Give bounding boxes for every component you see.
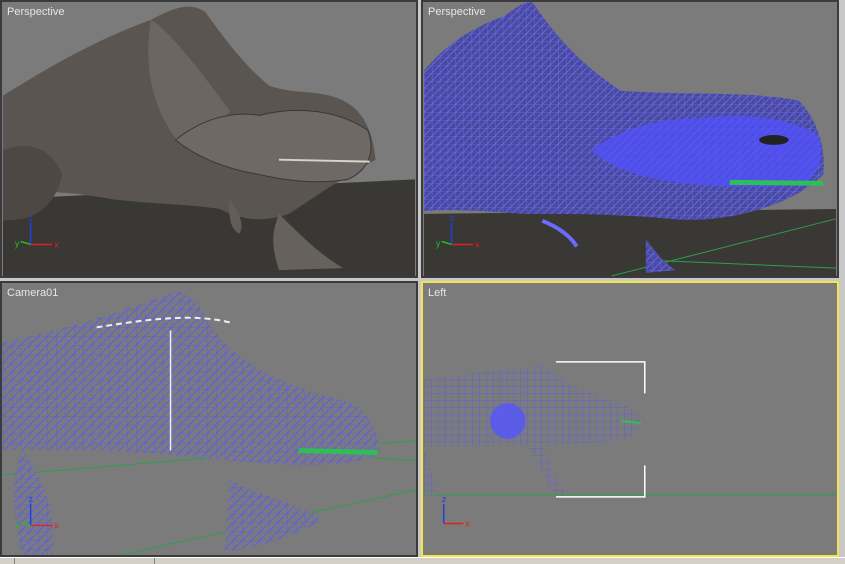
svg-text:z: z [29, 494, 33, 504]
slider-frame-counter[interactable] [14, 558, 155, 564]
svg-text:y: y [15, 519, 20, 529]
svg-text:x: x [54, 239, 59, 249]
svg-text:x: x [465, 518, 470, 528]
left-wireframe-render: x z [424, 361, 836, 528]
svg-text:z: z [450, 213, 454, 223]
svg-text:x: x [475, 239, 480, 249]
svg-text:y: y [436, 238, 441, 248]
viewport-label[interactable]: Camera01 [7, 287, 58, 299]
wireframe-creature-render: x z y [424, 2, 837, 276]
viewport-label[interactable]: Perspective [428, 6, 485, 18]
svg-text:y: y [15, 238, 20, 248]
viewport-perspective-shaded[interactable]: Perspective x z y [0, 0, 418, 278]
viewport-left[interactable]: Left x z [421, 281, 839, 557]
slider-left-cap[interactable] [0, 558, 15, 564]
viewport-label[interactable]: Left [428, 287, 446, 299]
shaded-creature-render: x z y [3, 6, 415, 276]
viewport-camera01[interactable]: Camera01 x z y [0, 281, 418, 557]
viewport-perspective-wireframe[interactable]: Perspective x z y [421, 0, 839, 278]
svg-text:x: x [54, 520, 59, 530]
svg-text:z: z [29, 213, 33, 223]
viewport-label[interactable]: Perspective [7, 6, 64, 18]
camera-wireframe-render: x z y [2, 291, 416, 555]
svg-text:z: z [442, 494, 446, 504]
